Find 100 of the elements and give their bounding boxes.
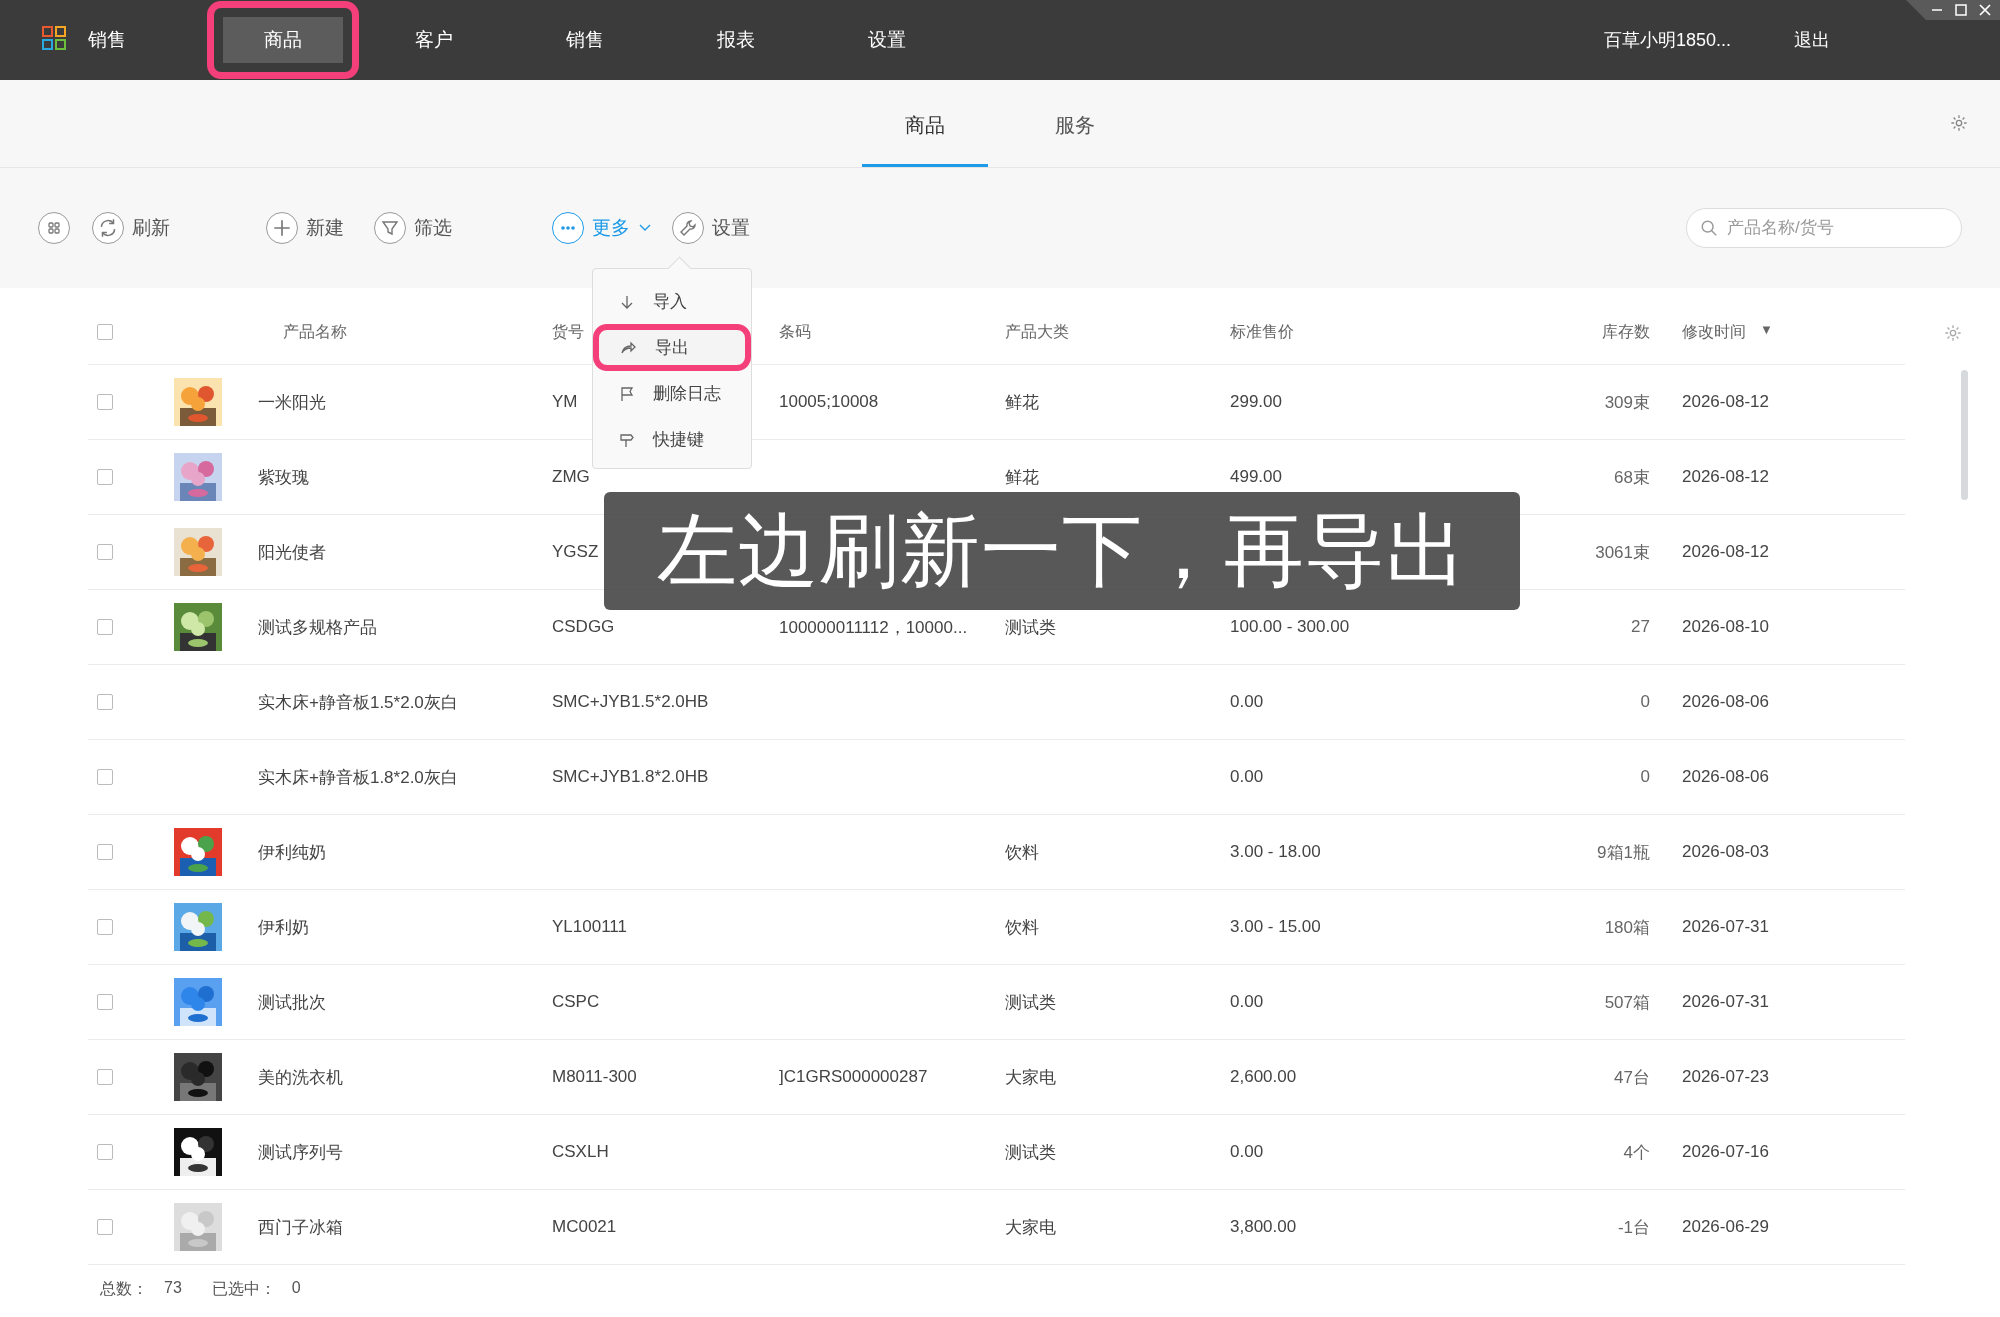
- product-code: CSDGG: [552, 617, 615, 637]
- date-cell-text: 2026-08-03: [1681, 842, 1769, 862]
- date-cell-text: 2026-08-06: [1681, 767, 1769, 787]
- category-cell-text: 大家电: [1005, 1066, 1056, 1089]
- barcode-cell: 10005;10008: [779, 392, 879, 412]
- product-code: YM: [552, 392, 578, 412]
- select-all-checkbox[interactable]: [97, 324, 113, 340]
- search-field[interactable]: 产品名称/货号: [1686, 208, 1962, 248]
- product-name: 美的洗衣机: [258, 1066, 343, 1089]
- date-cell-text: 2026-08-12: [1681, 392, 1769, 412]
- logout-link[interactable]: 退出: [1794, 28, 1830, 52]
- refresh-button[interactable]: 刷新: [92, 212, 170, 244]
- column-header[interactable]: 库存数: [1602, 321, 1650, 343]
- product-name: 测试多规格产品: [258, 616, 377, 639]
- stock-cell-text: 180箱: [1604, 916, 1650, 939]
- menu-item[interactable]: 快捷键: [593, 416, 751, 463]
- nav-tab[interactable]: 商品: [207, 1, 359, 79]
- nav-tab[interactable]: 设置: [811, 1, 963, 79]
- price-cell: 3,800.00: [1230, 1217, 1297, 1237]
- product-name: 一米阳光: [258, 391, 326, 414]
- date-cell-text: 2026-07-31: [1681, 917, 1769, 937]
- menu-item[interactable]: 删除日志: [593, 370, 751, 417]
- price-cell: 2,600.00: [1230, 1067, 1297, 1087]
- date-cell-text: 2026-08-12: [1681, 542, 1769, 562]
- row-checkbox[interactable]: [97, 544, 113, 560]
- column-header[interactable]: 货号: [552, 321, 584, 343]
- stock-cell-text: -1台: [1617, 1216, 1650, 1239]
- sub-tab[interactable]: 服务: [1012, 80, 1138, 167]
- maximize-icon[interactable]: [1954, 3, 1968, 17]
- product-code: ZMG: [552, 467, 590, 487]
- date-cell-text: 2026-08-10: [1681, 617, 1769, 637]
- close-icon[interactable]: [1978, 3, 1992, 17]
- stock-cell-text: 4个: [1623, 1141, 1650, 1164]
- date-cell-text: 2026-07-16: [1681, 1142, 1769, 1162]
- menu-item[interactable]: 导入: [593, 278, 751, 325]
- product-name: 阳光使者: [258, 541, 326, 564]
- wrench-icon: [672, 212, 704, 244]
- category-cell-text: 测试类: [1005, 1141, 1056, 1164]
- column-header[interactable]: 产品名称: [258, 321, 347, 343]
- category-cell-text: 测试类: [1005, 991, 1056, 1014]
- row-checkbox[interactable]: [97, 619, 113, 635]
- column-header[interactable]: 修改时间: [1682, 321, 1746, 343]
- nav-tab[interactable]: 销售: [509, 1, 661, 79]
- row-checkbox[interactable]: [97, 1219, 113, 1235]
- app-title: 销售: [88, 28, 127, 52]
- barcode-cell-text: 100000011112，10000...: [779, 616, 968, 639]
- stock-cell-text: 68束: [1614, 466, 1650, 489]
- product-code: MC0021: [552, 1217, 617, 1237]
- price-cell: 0.00: [1230, 767, 1264, 787]
- plus-icon: [266, 212, 298, 244]
- stock-cell: 27: [1631, 617, 1650, 637]
- category-cell-text: 鲜花: [1005, 466, 1039, 489]
- filter-button[interactable]: 筛选: [374, 212, 452, 244]
- sort-indicator[interactable]: ▼: [1760, 321, 1773, 343]
- scrollbar[interactable]: [1961, 370, 1968, 500]
- product-name: 实木床+静音板1.5*2.0灰白: [258, 691, 458, 714]
- row-checkbox[interactable]: [97, 694, 113, 710]
- row-checkbox[interactable]: [97, 469, 113, 485]
- column-header[interactable]: 产品大类: [1005, 321, 1069, 343]
- nav-tab[interactable]: 报表: [660, 1, 812, 79]
- stock-cell-text: 507箱: [1604, 991, 1650, 1014]
- user-name: 百草小明1850...: [1604, 29, 1733, 52]
- product-name: 伊利纯奶: [258, 841, 326, 864]
- row-checkbox[interactable]: [97, 1144, 113, 1160]
- category-cell-text: 饮料: [1005, 841, 1039, 864]
- stock-cell-text: 9箱1瓶: [1597, 841, 1650, 864]
- row-checkbox[interactable]: [97, 769, 113, 785]
- product-name: 西门子冰箱: [258, 1216, 343, 1239]
- footer-label: 总数：: [100, 1279, 148, 1299]
- signpost-icon: [619, 431, 635, 448]
- column-header[interactable]: 标准售价: [1230, 321, 1294, 343]
- stock-cell: 0: [1640, 692, 1650, 712]
- row-checkbox[interactable]: [97, 394, 113, 410]
- date-cell-text: 2026-07-23: [1681, 1067, 1769, 1087]
- stock-cell-text: 47台: [1614, 1066, 1650, 1089]
- nav-tab[interactable]: 客户: [358, 1, 510, 79]
- product-name: 测试批次: [258, 991, 326, 1014]
- column-settings-icon[interactable]: [1944, 324, 1962, 342]
- column-header[interactable]: 条码: [779, 321, 811, 343]
- product-code: YGSZ: [552, 542, 599, 562]
- footer-value: 0: [291, 1279, 301, 1298]
- down-arrow-icon: [619, 293, 635, 310]
- product-name: 实木床+静音板1.8*2.0灰白: [258, 766, 458, 789]
- chevron-icon: [638, 223, 652, 233]
- row-checkbox[interactable]: [97, 844, 113, 860]
- price-cell: 3.00 - 15.00: [1230, 917, 1321, 937]
- stock-cell-text: 309束: [1604, 391, 1650, 414]
- new-button[interactable]: 新建: [266, 212, 344, 244]
- footer-label: 已选中：: [211, 1279, 276, 1299]
- product-code: YL100111: [552, 917, 627, 937]
- row-checkbox[interactable]: [97, 994, 113, 1010]
- row-checkbox[interactable]: [97, 1069, 113, 1085]
- product-code: SMC+JYB1.8*2.0HB: [552, 767, 709, 787]
- grid-icon[interactable]: [38, 212, 70, 244]
- date-cell-text: 2026-08-12: [1681, 467, 1769, 487]
- product-name: 伊利奶: [258, 916, 309, 939]
- menu-item[interactable]: 导出: [593, 324, 751, 371]
- settings-button[interactable]: 设置: [672, 212, 750, 244]
- row-checkbox[interactable]: [97, 919, 113, 935]
- price-cell: 0.00: [1230, 992, 1264, 1012]
